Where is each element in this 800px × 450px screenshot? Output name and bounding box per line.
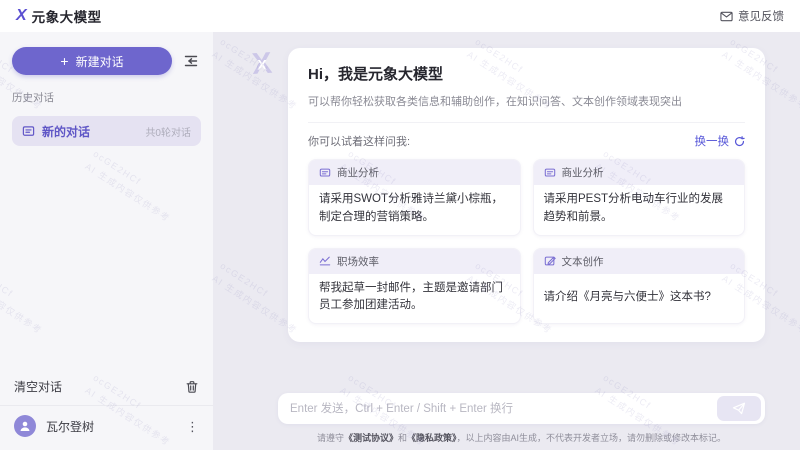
assistant-avatar: X X [245, 48, 279, 82]
pen-icon [544, 255, 556, 267]
envelope-icon [720, 11, 733, 22]
try-ask-label: 你可以试着这样问我: [308, 133, 410, 149]
chat-analysis-icon [319, 167, 331, 179]
main-area: X X Hi，我是元象大模型 可以帮你轻松获取各类信息和辅助创作，在知识问答、文… [213, 32, 800, 450]
conversation-item[interactable]: 新的对话 共0轮对话 [12, 116, 201, 146]
suggestion-category: 文本创作 [562, 254, 604, 269]
test-agreement-link[interactable]: 《测试协议》 [344, 433, 398, 443]
new-chat-button[interactable]: + 新建对话 [12, 47, 172, 75]
suggestion-card[interactable]: 职场效率 帮我起草一封邮件，主题是邀请部门员工参加团建活动。 [308, 248, 521, 325]
collapse-sidebar-icon[interactable] [181, 51, 201, 71]
plus-icon: + [60, 54, 68, 68]
app-logo: X 元象大模型 [16, 6, 102, 26]
suggestion-card[interactable]: 商业分析 请采用SWOT分析雅诗兰黛小棕瓶，制定合理的营销策略。 [308, 159, 521, 236]
user-account-row[interactable]: 瓦尔登树 ⋮ [0, 406, 213, 450]
refresh-label: 换一换 [695, 133, 730, 149]
conversation-rounds-badge: 共0轮对话 [145, 124, 191, 139]
card-divider [308, 122, 745, 123]
suggestion-category: 职场效率 [337, 254, 379, 269]
disclaimer-text: 和 [398, 433, 407, 443]
disclaimer-text: ，以上内容由AI生成，不代表开发者立场，请勿删除或修改本标记。 [457, 433, 727, 443]
suggestion-grid: 商业分析 请采用SWOT分析雅诗兰黛小棕瓶，制定合理的营销策略。 商业分析 [308, 159, 745, 324]
refresh-icon [734, 136, 745, 147]
user-name: 瓦尔登树 [46, 418, 94, 435]
greeting-subtitle: 可以帮你轻松获取各类信息和辅助创作，在知识问答、文本创作领域表现突出 [308, 93, 745, 109]
send-button[interactable] [717, 396, 761, 421]
refresh-suggestions-button[interactable]: 换一换 [695, 133, 746, 149]
suggestion-text: 请介绍《月亮与六便士》这本书? [534, 274, 745, 324]
suggestion-card[interactable]: 文本创作 请介绍《月亮与六便士》这本书? [533, 248, 746, 325]
message-input-box [278, 393, 765, 424]
greeting-title: Hi，我是元象大模型 [308, 63, 745, 84]
suggestion-text: 请采用PEST分析电动车行业的发展趋势和前景。 [534, 185, 745, 235]
history-section-label: 历史对话 [12, 90, 201, 105]
privacy-policy-link[interactable]: 《隐私政策》 [407, 433, 457, 443]
app-title: 元象大模型 [32, 6, 102, 26]
clear-conversation-button[interactable]: 清空对话 [0, 368, 213, 405]
suggestion-card[interactable]: 商业分析 请采用PEST分析电动车行业的发展趋势和前景。 [533, 159, 746, 236]
kebab-menu-icon[interactable]: ⋮ [186, 420, 199, 433]
feedback-button[interactable]: 意见反馈 [720, 8, 784, 24]
trash-icon [185, 380, 199, 394]
clear-label: 清空对话 [14, 378, 62, 395]
conversation-title: 新的对话 [42, 123, 90, 140]
chat-analysis-icon [544, 167, 556, 179]
suggestion-category: 商业分析 [337, 165, 379, 180]
logo-x-icon: X [16, 8, 27, 24]
chat-bubble-icon [22, 125, 35, 138]
new-chat-label: 新建对话 [76, 53, 124, 70]
paper-plane-icon [732, 402, 746, 415]
sidebar: + 新建对话 历史对话 [0, 32, 213, 450]
user-avatar [14, 415, 36, 437]
welcome-card: Hi，我是元象大模型 可以帮你轻松获取各类信息和辅助创作，在知识问答、文本创作领… [288, 48, 765, 342]
composer: 请遵守《测试协议》和《隐私政策》，以上内容由AI生成，不代表开发者立场，请勿删除… [213, 393, 800, 450]
line-chart-icon [319, 255, 331, 267]
message-input[interactable] [290, 393, 717, 424]
suggestion-category: 商业分析 [562, 165, 604, 180]
feedback-label: 意见反馈 [738, 8, 784, 24]
suggestion-text: 请采用SWOT分析雅诗兰黛小棕瓶，制定合理的营销策略。 [309, 185, 520, 235]
suggestion-text: 帮我起草一封邮件，主题是邀请部门员工参加团建活动。 [309, 274, 520, 324]
top-header: X 元象大模型 意见反馈 [0, 0, 800, 32]
disclaimer-text: 请遵守 [317, 433, 344, 443]
ai-disclaimer: 请遵守《测试协议》和《隐私政策》，以上内容由AI生成，不代表开发者立场，请勿删除… [278, 431, 765, 444]
